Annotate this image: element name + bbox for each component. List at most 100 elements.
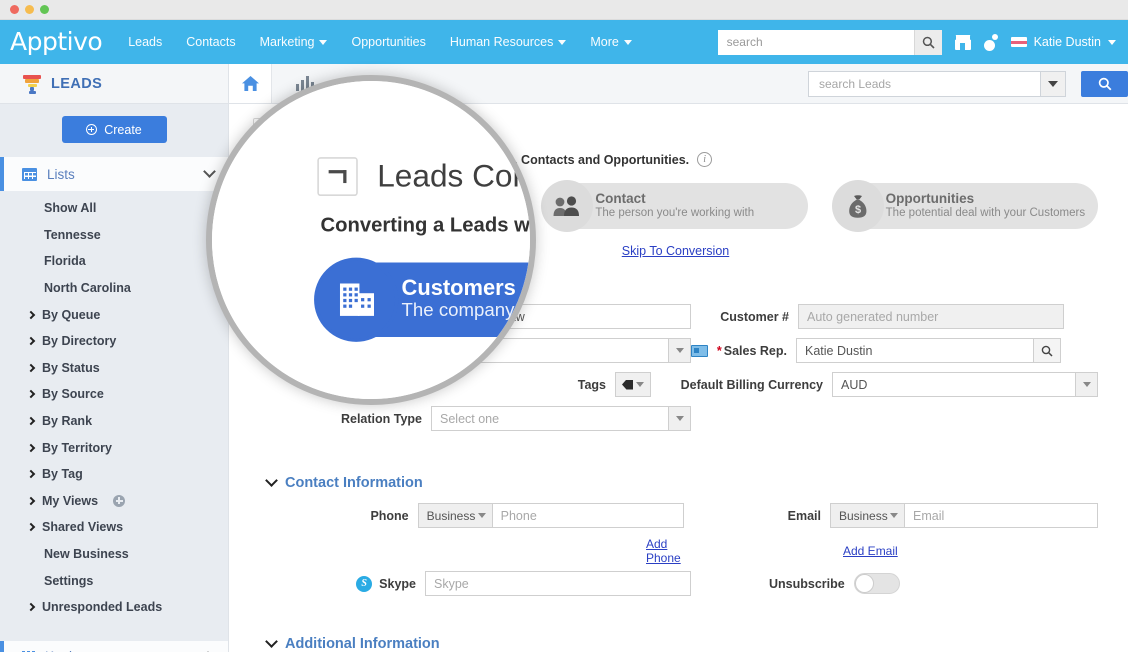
leads-search-input[interactable] xyxy=(808,71,1040,97)
store-icon[interactable] xyxy=(955,35,971,50)
svg-text:$: $ xyxy=(855,204,861,216)
sales-rep-input[interactable] xyxy=(796,338,1034,363)
sidebar-item-by-source[interactable]: By Source xyxy=(0,381,228,408)
toggle-knob xyxy=(855,574,874,593)
sidebar-item-unresponded-leads[interactable]: Unresponded Leads xyxy=(0,594,228,621)
add-phone-link[interactable]: Add Phone xyxy=(646,537,691,565)
sidebar-item-my-views[interactable]: My Views xyxy=(0,488,228,515)
flag-icon xyxy=(1011,37,1027,47)
nav-item-more[interactable]: More xyxy=(578,29,643,55)
currency-input[interactable] xyxy=(832,372,1076,397)
skype-input[interactable] xyxy=(425,571,691,596)
info-icon[interactable]: i xyxy=(697,152,712,167)
conversion-card-contact[interactable]: Contact The person you're working with xyxy=(543,183,807,229)
unsubscribe-toggle[interactable] xyxy=(854,573,900,594)
section-header-contact-information[interactable]: Contact Information xyxy=(267,475,1098,491)
sidebar-item-tennesse[interactable]: Tennesse xyxy=(0,222,228,249)
list-grid-icon xyxy=(22,168,37,181)
chevron-right-icon xyxy=(27,523,35,531)
create-label: Create xyxy=(104,123,142,137)
create-button[interactable]: Create xyxy=(62,116,167,143)
magnifier-content: Leads Conversion Converting a Leads will… xyxy=(206,75,536,405)
add-email-link[interactable]: Add Email xyxy=(843,544,898,558)
customer-number-input xyxy=(798,304,1064,329)
form-row-skype: S Skype Unsubscribe xyxy=(253,571,1098,596)
sidebar-item-by-rank[interactable]: By Rank xyxy=(0,408,228,435)
phone-type-value: Business xyxy=(427,509,476,523)
chevron-right-icon xyxy=(27,497,35,505)
sidebar-item-by-status[interactable]: By Status xyxy=(0,355,228,382)
leads-search-button[interactable] xyxy=(1081,71,1128,97)
nav-item-marketing[interactable]: Marketing xyxy=(248,29,340,55)
form-row-phone: Phone Business Email Business xyxy=(253,503,1098,528)
close-window-button[interactable] xyxy=(10,5,19,14)
moneybag-glyph: $ xyxy=(846,194,870,219)
phone-type-select[interactable]: Business xyxy=(418,503,492,528)
skip-to-conversion-link[interactable]: Skip To Conversion xyxy=(622,244,729,258)
sidebar-item-by-directory[interactable]: By Directory xyxy=(0,328,228,355)
chevron-down-icon xyxy=(319,40,327,45)
sidebar-item-show-all[interactable]: Show All xyxy=(0,195,228,222)
notification-icon[interactable] xyxy=(984,34,998,51)
chevron-down-icon[interactable] xyxy=(669,406,691,431)
leads-search-dropdown[interactable] xyxy=(1040,71,1066,97)
field-label-phone: Phone xyxy=(370,509,408,523)
add-view-icon[interactable] xyxy=(113,495,125,507)
relation-type-input[interactable] xyxy=(431,406,669,431)
back-button[interactable] xyxy=(317,157,358,196)
nav-item-human-resources[interactable]: Human Resources xyxy=(438,29,579,55)
nav-item-contacts[interactable]: Contacts xyxy=(174,29,247,55)
search-icon xyxy=(922,36,935,49)
relation-type-select[interactable] xyxy=(431,406,691,431)
sidebar-item-north-carolina[interactable]: North Carolina xyxy=(0,275,228,302)
sidebar-item-by-queue[interactable]: By Queue xyxy=(0,301,228,328)
global-search-input[interactable] xyxy=(718,30,914,55)
chevron-down-icon[interactable] xyxy=(669,338,691,363)
search-icon xyxy=(1098,77,1112,91)
nav-item-leads[interactable]: Leads xyxy=(116,29,174,55)
sidebar-item-label: By Source xyxy=(42,387,104,401)
maximize-window-button[interactable] xyxy=(40,5,49,14)
subtitle-text: Converting a Leads will create a Custome… xyxy=(321,213,536,236)
chevron-right-icon xyxy=(27,310,35,318)
conversion-card-customers[interactable]: Customers The company you're doing busin… xyxy=(317,262,536,337)
section-header-additional-information[interactable]: Additional Information xyxy=(267,636,1098,652)
minimize-window-button[interactable] xyxy=(25,5,34,14)
card-desc: The company you're doing business with xyxy=(402,300,536,324)
sidebar-item-lists[interactable]: Lists xyxy=(0,157,228,191)
nav-label: More xyxy=(590,35,618,49)
sidebar-item-shared-views[interactable]: Shared Views xyxy=(0,514,228,541)
chevron-right-icon xyxy=(27,417,35,425)
phone-input[interactable] xyxy=(492,503,684,528)
email-input[interactable] xyxy=(904,503,1098,528)
magnifier-overlay: Leads Conversion Converting a Leads will… xyxy=(206,75,536,405)
window-titlebar xyxy=(0,0,1128,20)
field-label-email: Email xyxy=(788,509,821,523)
sidebar-item-florida[interactable]: Florida xyxy=(0,248,228,275)
apptivo-logo[interactable]: Apptivo xyxy=(10,27,102,56)
email-type-select[interactable]: Business xyxy=(830,503,904,528)
chevron-right-icon xyxy=(27,364,35,372)
sales-rep-search-button[interactable] xyxy=(1034,338,1061,363)
sidebar-item-kanban[interactable]: Kanban xyxy=(0,641,228,652)
tags-dropdown[interactable] xyxy=(615,372,651,397)
user-menu[interactable]: Katie Dustin xyxy=(1011,35,1116,49)
currency-select[interactable] xyxy=(832,372,1098,397)
module-bar: LEADS xyxy=(0,64,1128,104)
page-title: Leads Conversion xyxy=(377,158,536,195)
sidebar-item-label: Unresponded Leads xyxy=(42,600,162,614)
conversion-card-opportunities[interactable]: $ Opportunities The potential deal with … xyxy=(834,183,1098,229)
sidebar-item-by-territory[interactable]: By Territory xyxy=(0,434,228,461)
sidebar-item-new-business[interactable]: New Business xyxy=(0,541,228,568)
leads-funnel-icon xyxy=(22,74,42,94)
chevron-down-icon xyxy=(478,513,486,518)
chevron-down-icon[interactable] xyxy=(1076,372,1098,397)
nav-label: Contacts xyxy=(186,35,235,49)
app-window: Apptivo Leads Contacts Marketing Opportu… xyxy=(0,0,1128,652)
sidebar-item-by-tag[interactable]: By Tag xyxy=(0,461,228,488)
nav-item-opportunities[interactable]: Opportunities xyxy=(339,29,437,55)
sidebar: Create Lists Show All Tennesse Florida N… xyxy=(0,104,229,652)
sidebar-item-label: By Rank xyxy=(42,414,92,428)
global-search-button[interactable] xyxy=(914,30,942,55)
sidebar-item-settings[interactable]: Settings xyxy=(0,567,228,594)
